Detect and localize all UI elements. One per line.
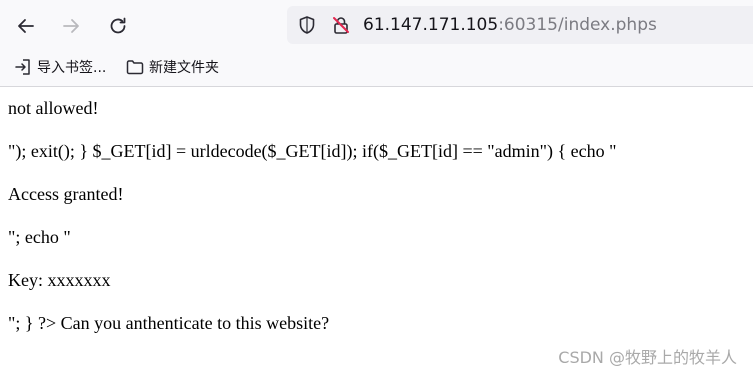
reload-button[interactable] (102, 10, 134, 42)
arrow-right-icon (63, 19, 79, 33)
bookmark-folder-item[interactable]: 新建文件夹 (126, 56, 219, 78)
bookmarks-toolbar: 导入书签... 新建文件夹 (0, 52, 753, 82)
browser-chrome: 61.147.171.105:60315/index.phps 导入书签... … (0, 0, 753, 87)
forward-button[interactable] (55, 10, 87, 42)
text-line: "); exit(); } $_GET[id] = urldecode($_GE… (8, 141, 617, 161)
text-line: Key: xxxxxxx (8, 270, 111, 290)
import-bookmarks-label: 导入书签... (37, 60, 107, 76)
url-path: :60315/index.phps (498, 15, 657, 35)
back-button[interactable] (10, 10, 42, 42)
arrow-left-icon (18, 19, 34, 33)
url-text[interactable]: 61.147.171.105:60315/index.phps (363, 15, 657, 35)
text-line: Access granted! (8, 184, 124, 204)
import-bookmarks-item[interactable]: 导入书签... (14, 56, 106, 78)
bookmark-folder-label: 新建文件夹 (149, 60, 219, 76)
import-icon (15, 59, 30, 75)
reload-icon (110, 17, 126, 34)
shield-icon[interactable] (297, 15, 317, 35)
insecure-lock-icon[interactable] (331, 15, 351, 35)
folder-icon (126, 60, 144, 75)
address-bar[interactable]: 61.147.171.105:60315/index.phps (287, 6, 753, 44)
watermark: CSDN @牧野上的牧羊人 (558, 348, 737, 367)
url-host: 61.147.171.105 (363, 15, 499, 35)
text-line: "; echo " (8, 227, 71, 247)
text-line: "; } ?> Can you anthenticate to this web… (8, 313, 330, 333)
text-line: not allowed! (8, 98, 99, 118)
